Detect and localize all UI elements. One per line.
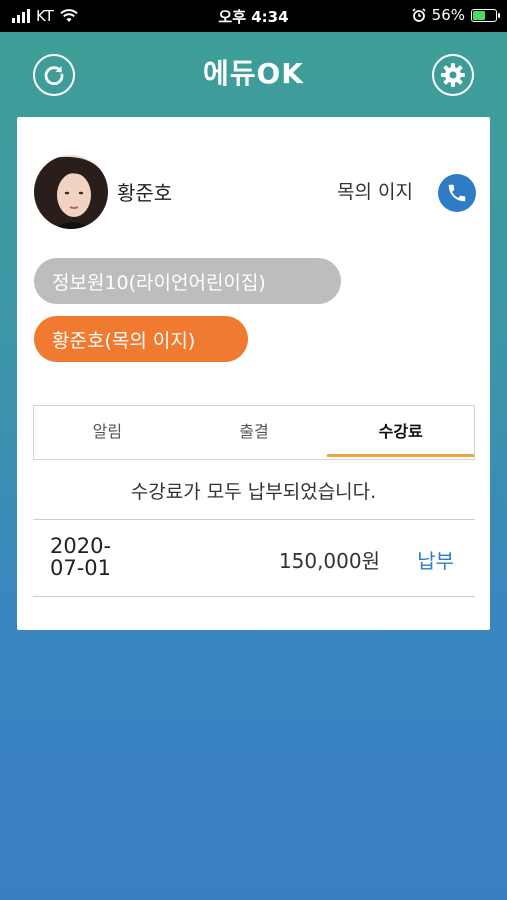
status-right: 56% [412,6,500,24]
payment-status[interactable]: 납부 [417,545,454,574]
app-header: 에듀OK [0,32,507,116]
tab-notifications[interactable]: 알림 [34,406,181,459]
status-bar: KT 오후 4:34 56% [0,0,507,32]
tuition-notice: 수강료가 모두 납부되었습니다. [130,481,377,503]
settings-button[interactable] [432,54,474,96]
main-card: 황준호 목의 이지 정보원10(라이언어린이집) 황준호(목의 이지) 알림 출… [17,117,490,630]
payment-amount: 150,000원 [278,549,380,573]
alarm-icon [412,8,426,22]
call-button[interactable] [438,174,476,212]
battery-percent: 56% [431,6,465,24]
chip-student-class[interactable]: 황준호(목의 이지) [34,316,248,362]
tab-bar: 알림 출결 수강료 [33,405,475,460]
payment-date-line2: 07-01 [50,556,112,580]
chip-institution[interactable]: 정보원10(라이언어린이집) [34,258,341,304]
phone-icon [448,184,466,202]
divider [33,596,475,597]
payment-date-line1: 2020- [50,534,112,558]
gear-icon [441,63,465,87]
avatar[interactable] [34,155,108,229]
class-name: 목의 이지 [337,181,413,203]
student-name: 황준호 [117,181,173,205]
payment-date: 2020- 07-01 [50,535,111,579]
divider [33,519,475,520]
app-logo: 에듀OK [202,57,305,90]
tab-attendance[interactable]: 출결 [181,406,328,459]
avatar-image [34,155,108,229]
battery-fill [473,10,485,20]
battery-icon [471,8,500,22]
tab-tuition[interactable]: 수강료 [327,406,474,459]
